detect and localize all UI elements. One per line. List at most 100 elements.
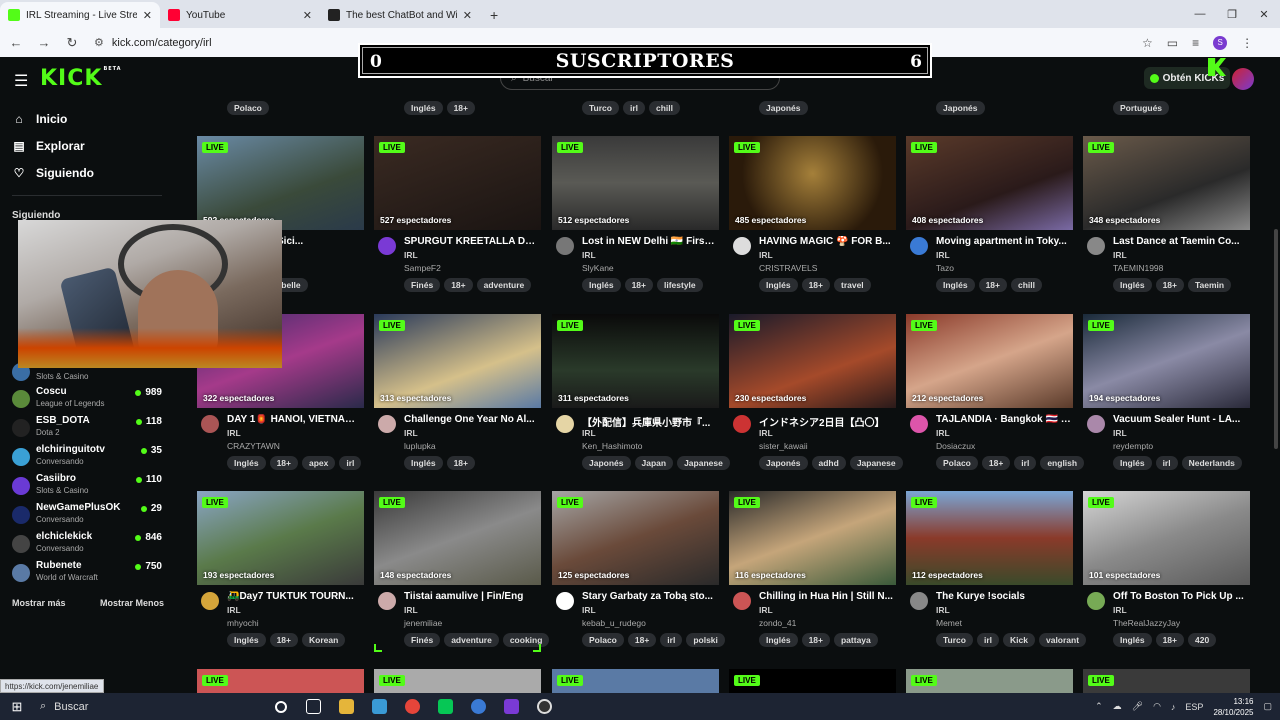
streamer-name[interactable]: sister_kawaii bbox=[759, 441, 808, 451]
stream-category[interactable]: IRL bbox=[759, 428, 773, 438]
tag-chip[interactable]: 18+ bbox=[624, 278, 653, 292]
taskbar-search[interactable]: ⌕ Buscar bbox=[34, 693, 264, 720]
streamer-avatar[interactable] bbox=[910, 415, 928, 433]
tag-chip[interactable]: irl bbox=[976, 633, 1000, 647]
stream-category[interactable]: IRL bbox=[404, 605, 418, 615]
tag-chip[interactable]: 18+ bbox=[269, 456, 298, 470]
streamer-avatar[interactable] bbox=[1087, 415, 1105, 433]
tab-kick[interactable]: IRL Streaming - Live Streams on Kick ✕ bbox=[0, 2, 160, 28]
streamer-avatar[interactable] bbox=[201, 592, 219, 610]
cortana-icon[interactable] bbox=[264, 693, 297, 720]
stream-thumbnail[interactable]: LIVE 101 espectadores bbox=[1083, 491, 1250, 585]
reload-icon[interactable]: ↻ bbox=[60, 35, 84, 51]
streamer-name[interactable]: jenemiliae bbox=[404, 618, 442, 628]
tag-chip[interactable]: Inglés bbox=[404, 456, 443, 470]
stream-card[interactable]: LIVE 125 espectadores Stary Garbaty za T… bbox=[552, 491, 725, 656]
stream-thumbnail[interactable]: LIVE bbox=[906, 669, 1073, 693]
tag-chip[interactable]: irl bbox=[660, 633, 683, 647]
tag-chip[interactable]: Inglés bbox=[404, 101, 443, 115]
stream-thumbnail[interactable]: LIVE 592 espectadores bbox=[197, 136, 364, 230]
streamer-avatar[interactable] bbox=[1087, 592, 1105, 610]
streamer-name[interactable]: luplupka bbox=[404, 441, 436, 451]
stream-title[interactable]: 🛺Day7 TUKTUK TOURN... bbox=[227, 591, 362, 602]
page-scrollbar[interactable] bbox=[1272, 99, 1280, 693]
tag-chip[interactable]: 420 bbox=[1187, 633, 1217, 647]
stream-title[interactable]: Challenge One Year No Al... bbox=[404, 414, 539, 425]
stream-thumbnail[interactable]: LIVE 485 espectadores bbox=[729, 136, 896, 230]
restore-icon[interactable]: ❐ bbox=[1216, 0, 1248, 28]
stream-card[interactable]: LIVE bbox=[906, 669, 1073, 693]
tab-youtube[interactable]: YouTube ✕ bbox=[160, 2, 320, 28]
tag-chip[interactable]: 18+ bbox=[627, 633, 657, 647]
streamer-name[interactable]: CRAZYTAWN bbox=[227, 441, 280, 451]
streamer-name[interactable]: Dosiaczux bbox=[936, 441, 975, 451]
stream-card[interactable]: LIVE bbox=[729, 669, 896, 693]
stream-title[interactable]: DAY 1🏮 HANOI, VIETNAM ... bbox=[227, 414, 362, 425]
tag-chip[interactable]: 18+ bbox=[801, 633, 830, 647]
chrome-active-icon[interactable] bbox=[462, 693, 495, 720]
stream-title[interactable]: Tiistai aamulive | Fin/Eng bbox=[404, 591, 539, 602]
tag-chip[interactable]: Inglés bbox=[1113, 456, 1152, 470]
stream-card[interactable]: LIVE 313 espectadores Challenge One Year… bbox=[374, 314, 541, 479]
tag-chip[interactable]: chill bbox=[1010, 278, 1042, 292]
tag-chip[interactable]: irl bbox=[1014, 456, 1037, 470]
site-info-icon[interactable]: ⚙ bbox=[94, 36, 104, 49]
streamer-avatar[interactable] bbox=[733, 592, 751, 610]
stream-category[interactable]: IRL bbox=[582, 250, 596, 260]
streamer-avatar[interactable] bbox=[910, 237, 928, 255]
tag-chip[interactable]: 18+ bbox=[1155, 278, 1184, 292]
windows-start-icon[interactable]: ⊞ bbox=[0, 699, 34, 715]
tag-chip[interactable]: 18+ bbox=[444, 278, 473, 292]
stream-thumbnail[interactable]: LIVE 311 espectadores bbox=[552, 314, 719, 408]
stream-category[interactable]: IRL bbox=[759, 605, 773, 615]
stream-card[interactable]: LIVE 101 espectadores Off To Boston To P… bbox=[1083, 491, 1250, 656]
stream-card[interactable]: LIVE 408 espectadores Moving apartment i… bbox=[906, 136, 1073, 301]
tag-chip[interactable]: valorant bbox=[1038, 633, 1087, 647]
tag-chip[interactable]: 18+ bbox=[269, 633, 298, 647]
streamer-avatar[interactable] bbox=[378, 415, 396, 433]
streamer-name[interactable]: Tazo bbox=[936, 263, 954, 273]
streamer-name[interactable]: TAEMIN1998 bbox=[1113, 263, 1163, 273]
tag-chip[interactable]: adventure bbox=[476, 278, 532, 292]
nav-inicio[interactable]: ⌂ Inicio bbox=[12, 112, 67, 126]
close-tab-icon[interactable]: ✕ bbox=[303, 9, 312, 22]
tag-chip[interactable]: 18+ bbox=[1155, 633, 1184, 647]
vpn-app-icon[interactable] bbox=[495, 693, 528, 720]
tag-chip[interactable]: Japanese bbox=[849, 456, 903, 470]
cast-icon[interactable]: ▭ bbox=[1167, 36, 1178, 50]
stream-category[interactable]: IRL bbox=[936, 250, 950, 260]
tag-chip[interactable]: Japonés bbox=[936, 101, 985, 115]
stream-title[interactable]: HAVING MAGIC 🍄 FOR B... bbox=[759, 236, 894, 247]
close-tab-icon[interactable]: ✕ bbox=[463, 9, 472, 22]
back-icon[interactable]: ← bbox=[4, 35, 28, 50]
stream-thumbnail[interactable]: LIVE 527 espectadores bbox=[374, 136, 541, 230]
streamer-name[interactable]: TheRealJazzyJay bbox=[1113, 618, 1180, 628]
tag-chip[interactable]: 18+ bbox=[978, 278, 1007, 292]
notifications-icon[interactable]: ▢ bbox=[1263, 701, 1272, 712]
stream-card[interactable]: LIVE 348 espectadores Last Dance at Taem… bbox=[1083, 136, 1250, 301]
tag-chip[interactable]: pattaya bbox=[833, 633, 878, 647]
tag-chip[interactable]: Japanese bbox=[677, 456, 730, 470]
hamburger-menu-icon[interactable]: ☰ bbox=[14, 71, 28, 91]
stream-title[interactable]: Off To Boston To Pick Up ... bbox=[1113, 591, 1248, 602]
streamer-name[interactable]: reydempto bbox=[1113, 441, 1153, 451]
stream-card[interactable]: LIVE 148 espectadores Tiistai aamulive |… bbox=[374, 491, 550, 656]
tag-chip[interactable]: Polaco bbox=[227, 101, 269, 115]
tag-chip[interactable]: Japonés bbox=[759, 456, 808, 470]
minimize-icon[interactable]: — bbox=[1184, 0, 1216, 28]
tag-chip[interactable]: 18+ bbox=[446, 101, 475, 115]
following-channel[interactable]: Rubenete World of Warcraft 750 bbox=[12, 560, 162, 588]
stream-category[interactable]: IRL bbox=[582, 428, 596, 438]
tag-chip[interactable]: Nederlands bbox=[1181, 456, 1242, 470]
wifi-icon[interactable]: ◠ bbox=[1153, 701, 1161, 712]
streamer-avatar[interactable] bbox=[201, 415, 219, 433]
stream-card[interactable]: LIVE 116 espectadores Chilling in Hua Hi… bbox=[729, 491, 896, 656]
tag-chip[interactable]: Inglés bbox=[1113, 633, 1152, 647]
streamer-name[interactable]: SampeF2 bbox=[404, 263, 441, 273]
tag-chip[interactable]: Japonés bbox=[582, 456, 631, 470]
following-channel[interactable]: Casiibro Slots & Casino 110 bbox=[12, 473, 162, 501]
stream-thumbnail[interactable]: LIVE 116 espectadores bbox=[729, 491, 896, 585]
stream-category[interactable]: IRL bbox=[1113, 605, 1127, 615]
stream-thumbnail[interactable]: LIVE 212 espectadores bbox=[906, 314, 1073, 408]
streamer-avatar[interactable] bbox=[556, 237, 574, 255]
